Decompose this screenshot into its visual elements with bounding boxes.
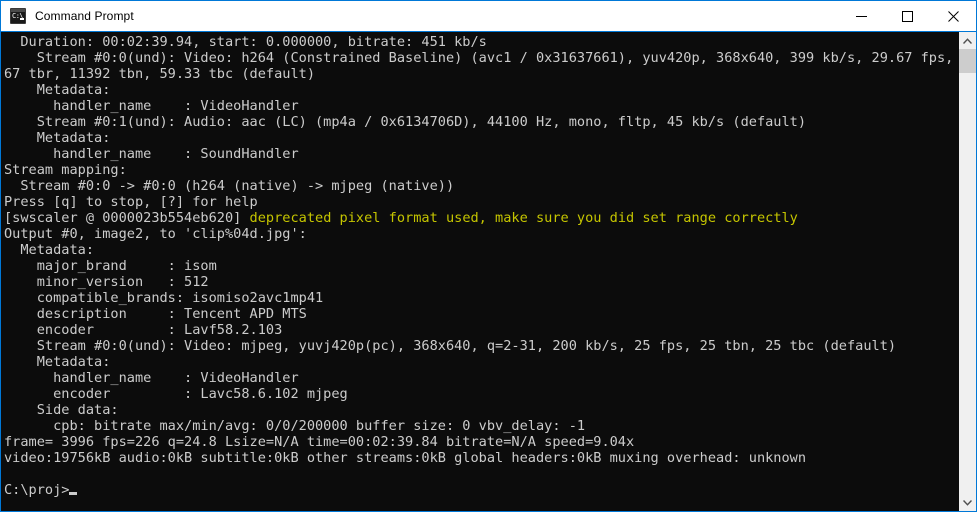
console-scrollbar[interactable] — [959, 32, 976, 511]
command-prompt-window: C:\ Command Prompt Duration: 00:02:39.94… — [0, 0, 977, 512]
console-text-segment: major_brand : isom — [4, 258, 217, 274]
console-text-segment: compatible_brands: isomiso2avc1mp41 — [4, 290, 324, 306]
console-line: 67 tbr, 11392 tbn, 59.33 tbc (default) — [4, 66, 959, 82]
console-area: Duration: 00:02:39.94, start: 0.000000, … — [1, 31, 976, 511]
console-text-segment: 67 tbr, 11392 tbn, 59.33 tbc (default) — [4, 66, 315, 82]
window-controls — [838, 1, 976, 31]
console-line: handler_name : SoundHandler — [4, 146, 959, 162]
console-icon: C:\ — [10, 8, 26, 24]
console-text-segment: minor_version : 512 — [4, 274, 209, 290]
scrollbar-track[interactable] — [959, 49, 976, 494]
console-text-segment: frame= 3996 fps=226 q=24.8 Lsize=N/A tim… — [4, 434, 635, 450]
console-line: encoder : Lavf58.2.103 — [4, 322, 959, 338]
console-line: Stream #0:0(und): Video: mjpeg, yuvj420p… — [4, 338, 959, 354]
console-output[interactable]: Duration: 00:02:39.94, start: 0.000000, … — [1, 32, 959, 511]
maximize-icon — [901, 10, 913, 22]
console-line: Metadata: — [4, 82, 959, 98]
console-line: frame= 3996 fps=226 q=24.8 Lsize=N/A tim… — [4, 434, 959, 450]
console-text-segment: Stream #0:0(und): Video: h264 (Constrain… — [4, 50, 959, 66]
console-icon-cursor — [20, 18, 24, 20]
console-text-segment: encoder : Lavf58.2.103 — [4, 322, 283, 338]
console-line: Duration: 00:02:39.94, start: 0.000000, … — [4, 34, 959, 50]
console-text-segment: Metadata: — [4, 354, 111, 370]
console-text-segment: video:19756kB audio:0kB subtitle:0kB oth… — [4, 450, 807, 466]
console-text-segment: Duration: 00:02:39.94, start: 0.000000, … — [4, 34, 487, 50]
console-text-segment: Stream #0:1(und): Audio: aac (LC) (mp4a … — [4, 114, 807, 130]
window-titlebar[interactable]: C:\ Command Prompt — [1, 1, 976, 31]
console-text-segment: Metadata: — [4, 242, 95, 258]
scroll-down-arrow-button[interactable] — [959, 494, 976, 511]
console-line: handler_name : VideoHandler — [4, 370, 959, 386]
console-line: Stream #0:1(und): Audio: aac (LC) (mp4a … — [4, 114, 959, 130]
console-line: cpb: bitrate max/min/avg: 0/0/200000 buf… — [4, 418, 959, 434]
console-line: Output #0, image2, to 'clip%04d.jpg': — [4, 226, 959, 242]
console-line: C:\proj> — [4, 482, 959, 498]
console-line: Side data: — [4, 402, 959, 418]
console-line: Press [q] to stop, [?] for help — [4, 194, 959, 210]
console-text-segment: handler_name : VideoHandler — [4, 370, 299, 386]
minimize-button[interactable] — [838, 1, 884, 31]
console-text-segment: handler_name : SoundHandler — [4, 146, 299, 162]
console-text-segment: C:\proj> — [4, 482, 70, 498]
minimize-icon — [855, 15, 867, 17]
console-line: Stream #0:0 -> #0:0 (h264 (native) -> mj… — [4, 178, 959, 194]
console-text-segment: Metadata: — [4, 130, 111, 146]
console-text-segment: Press [q] to stop, [?] for help — [4, 194, 258, 210]
chevron-up-icon — [963, 37, 972, 44]
console-line: encoder : Lavc58.6.102 mjpeg — [4, 386, 959, 402]
console-text-segment: handler_name : VideoHandler — [4, 98, 299, 114]
close-icon — [947, 10, 959, 22]
scrollbar-thumb[interactable] — [959, 49, 976, 73]
console-line: Stream #0:0(und): Video: h264 (Constrain… — [4, 50, 959, 66]
chevron-down-icon — [963, 499, 972, 506]
console-text-segment: cpb: bitrate max/min/avg: 0/0/200000 buf… — [4, 418, 586, 434]
window-title: Command Prompt — [35, 9, 134, 23]
console-text-segment: description : Tencent APD MTS — [4, 306, 307, 322]
console-text-segment: Metadata: — [4, 82, 111, 98]
console-text-segment: encoder : Lavc58.6.102 mjpeg — [4, 386, 348, 402]
console-line: handler_name : VideoHandler — [4, 98, 959, 114]
console-text-segment: Stream #0:0(und): Video: mjpeg, yuvj420p… — [4, 338, 897, 354]
scroll-up-arrow-button[interactable] — [959, 32, 976, 49]
console-line: minor_version : 512 — [4, 274, 959, 290]
close-button[interactable] — [930, 1, 976, 31]
console-text-segment: Side data: — [4, 402, 119, 418]
console-text-segment: [swscaler @ 0000023b554eb620] — [4, 210, 250, 226]
console-text-segment: Stream mapping: — [4, 162, 127, 178]
console-text-segment: Output #0, image2, to 'clip%04d.jpg': — [4, 226, 307, 242]
titlebar-identity: C:\ Command Prompt — [1, 1, 134, 31]
console-line: Stream mapping: — [4, 162, 959, 178]
console-line: video:19756kB audio:0kB subtitle:0kB oth… — [4, 450, 959, 466]
console-line: [swscaler @ 0000023b554eb620] deprecated… — [4, 210, 959, 226]
maximize-button[interactable] — [884, 1, 930, 31]
console-line: Metadata: — [4, 354, 959, 370]
console-line: compatible_brands: isomiso2avc1mp41 — [4, 290, 959, 306]
console-line: description : Tencent APD MTS — [4, 306, 959, 322]
console-line: Metadata: — [4, 130, 959, 146]
console-warning-text: deprecated pixel format used, make sure … — [249, 210, 798, 226]
console-line: Metadata: — [4, 242, 959, 258]
console-text-segment: Stream #0:0 -> #0:0 (h264 (native) -> mj… — [4, 178, 455, 194]
text-cursor — [69, 492, 78, 495]
console-line: major_brand : isom — [4, 258, 959, 274]
